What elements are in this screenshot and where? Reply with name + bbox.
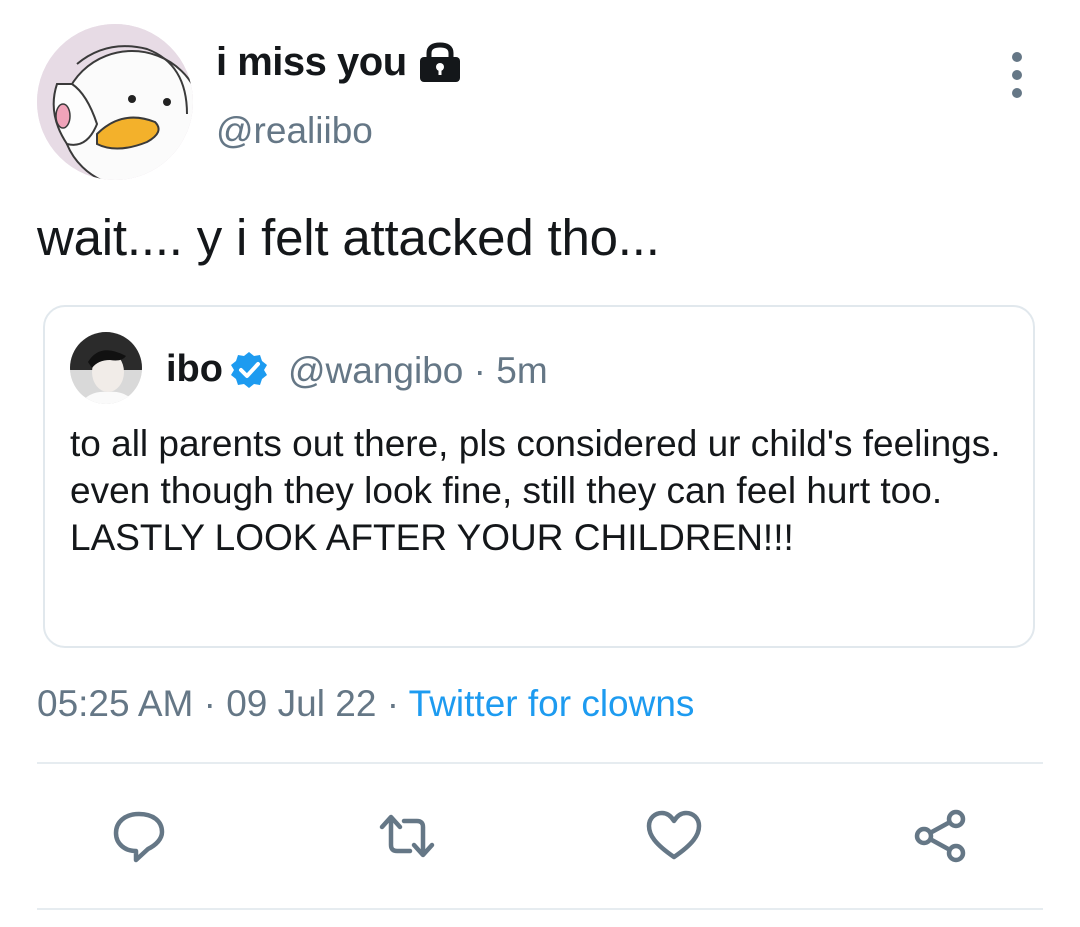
like-icon[interactable] bbox=[645, 807, 703, 865]
author-name-text: i miss you bbox=[216, 40, 407, 84]
separator: · bbox=[473, 350, 486, 391]
tweet-date: 09 Jul 22 bbox=[226, 683, 377, 724]
divider bbox=[37, 908, 1043, 910]
quoted-tweet-text: to all parents out there, pls considered… bbox=[70, 423, 1001, 558]
quoted-name-text: ibo bbox=[166, 348, 223, 390]
tweet-time: 05:25 AM bbox=[37, 683, 194, 724]
more-options-button[interactable] bbox=[1000, 52, 1034, 98]
share-icon[interactable] bbox=[911, 807, 969, 865]
author-display-name[interactable]: i miss you bbox=[216, 40, 463, 85]
reply-icon[interactable] bbox=[110, 807, 168, 865]
quoted-handle-line: @wangibo · 5m bbox=[288, 350, 548, 392]
quoted-avatar-image bbox=[70, 332, 142, 404]
more-vertical-icon bbox=[1012, 52, 1022, 62]
quoted-handle[interactable]: @wangibo bbox=[288, 350, 463, 391]
separator: · bbox=[203, 683, 216, 724]
quoted-time: 5m bbox=[496, 350, 548, 391]
verified-badge-icon bbox=[230, 351, 267, 388]
more-dot bbox=[1012, 88, 1022, 98]
quoted-tweet-card[interactable]: ibo @wangibo · 5m to all parents out the… bbox=[43, 305, 1035, 648]
tweet-text: wait.... y i felt attacked tho... bbox=[37, 209, 660, 266]
tweet-source-link[interactable]: Twitter for clowns bbox=[409, 683, 695, 724]
retweet-icon[interactable] bbox=[378, 807, 436, 865]
lock-icon bbox=[419, 41, 460, 82]
author-handle[interactable]: @realiibo bbox=[216, 110, 373, 152]
avatar[interactable] bbox=[37, 24, 193, 180]
tweet-meta: 05:25 AM · 09 Jul 22 · Twitter for clown… bbox=[37, 683, 694, 725]
quoted-display-name[interactable]: ibo bbox=[166, 348, 269, 391]
quoted-avatar[interactable] bbox=[70, 332, 142, 404]
separator: · bbox=[386, 683, 400, 724]
divider bbox=[37, 762, 1043, 764]
duck-avatar-image bbox=[37, 24, 193, 180]
more-dot bbox=[1012, 70, 1022, 80]
